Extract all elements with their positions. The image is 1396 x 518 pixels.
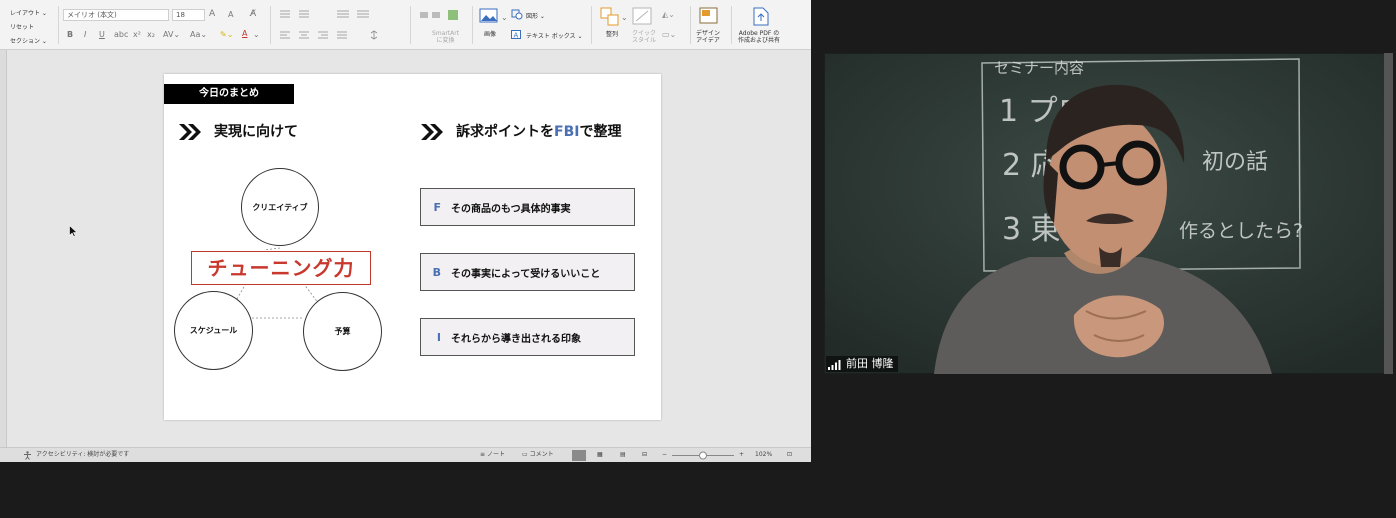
smartart-icon: [420, 10, 458, 20]
zoom-level[interactable]: 102%: [755, 448, 772, 462]
quick-styles-label: クイック スタイル: [632, 30, 657, 44]
decrease-font-icon[interactable]: A: [228, 11, 233, 19]
design-ideas-icon[interactable]: [699, 7, 719, 27]
svg-text:A: A: [514, 32, 519, 40]
zoom-in-button[interactable]: +: [739, 448, 744, 462]
subscript-icon[interactable]: x₂: [147, 31, 155, 39]
reading-view-icon[interactable]: ▤: [620, 448, 626, 462]
layout-menu[interactable]: レイアウト ⌄: [10, 8, 47, 17]
textbox-icon[interactable]: A: [511, 30, 522, 40]
picture-icon[interactable]: [479, 8, 499, 24]
circle-creative: クリエイティブ: [241, 168, 319, 246]
tuning-label: チューニング力: [191, 251, 371, 285]
shape-fill-icon[interactable]: ◭⌄: [662, 11, 675, 19]
status-bar: アクセシビリティ: 検討が必要です ≡ ノート ▭ コメント ▦ ▤ ⊟ − +…: [0, 447, 811, 462]
ribbon-toolbar: レイアウト ⌄ リセット セクション ⌄ メイリオ (本文) 18 A A A̸…: [0, 0, 811, 50]
board-line-3-tail: 作るとしたら?: [1179, 220, 1303, 242]
arrange-icon[interactable]: [600, 7, 622, 27]
fbi-box-b: B その事実によって受けるいいこと: [420, 253, 635, 291]
comments-button[interactable]: ▭ コメント: [522, 448, 554, 462]
arrange-label: 整列: [606, 31, 619, 38]
strikethrough-icon[interactable]: abc: [114, 31, 128, 39]
picture-label: 画像: [484, 31, 497, 38]
slide-section-tag: 今日のまとめ: [164, 84, 294, 104]
participant-name-tag: 前田 博隆: [826, 356, 898, 372]
board-line-2-tail: 初の話: [1202, 150, 1268, 175]
design-ideas-label: デザイン アイデア: [696, 30, 721, 44]
circle-budget: 予算: [303, 292, 382, 371]
adobe-pdf-icon[interactable]: [752, 7, 770, 27]
left-heading: 実現に向けて: [214, 124, 298, 140]
accessibility-status[interactable]: アクセシビリティ: 検討が必要です: [36, 448, 129, 462]
italic-icon[interactable]: I: [84, 31, 86, 39]
shared-screen-powerpoint: レイアウト ⌄ リセット セクション ⌄ メイリオ (本文) 18 A A A̸…: [0, 0, 811, 462]
normal-view-button[interactable]: [572, 450, 586, 461]
superscript-icon[interactable]: x²: [133, 31, 141, 39]
accessibility-icon[interactable]: [23, 451, 32, 460]
circle-schedule: スケジュール: [174, 291, 253, 370]
underline-icon[interactable]: U: [99, 31, 105, 39]
character-spacing-icon[interactable]: AV⌄: [163, 31, 180, 39]
shapes-icon[interactable]: [511, 9, 523, 20]
quick-styles-icon[interactable]: [632, 7, 654, 27]
increase-font-icon[interactable]: A: [209, 10, 215, 19]
participant-video[interactable]: セミナー内容 1 プロ 2 応 初の話 3 東 作るとしたら? 前田 博隆: [824, 53, 1393, 374]
board-title: セミナー内容: [994, 59, 1084, 77]
chevron-right-icon: [179, 124, 201, 140]
notes-button[interactable]: ≡ ノート: [480, 448, 505, 462]
section-menu[interactable]: セクション ⌄: [10, 36, 47, 45]
shapes-button[interactable]: 図形 ⌄: [526, 11, 545, 20]
slide-sorter-icon[interactable]: ▦: [597, 448, 603, 462]
shape-outline-icon[interactable]: ▭⌄: [662, 31, 676, 39]
zoom-out-button[interactable]: −: [662, 448, 667, 462]
participant-name: 前田 博隆: [846, 357, 894, 370]
paragraph-tools-icons[interactable]: [277, 10, 397, 44]
fbi-accent: FBI: [554, 124, 580, 140]
slide-thumbnail-pane[interactable]: [0, 50, 7, 447]
highlight-icon[interactable]: ✎⌄: [220, 31, 233, 39]
fbi-box-f: F その商品のもつ具体的事実: [420, 188, 635, 226]
textbox-button[interactable]: テキスト ボックス ⌄: [526, 31, 583, 40]
bold-icon[interactable]: B: [67, 31, 73, 39]
font-size-select[interactable]: 18: [172, 9, 205, 21]
font-name-select[interactable]: メイリオ (本文): [63, 9, 169, 21]
mouse-cursor-icon: [69, 225, 77, 237]
change-case-icon[interactable]: Aa⌄: [190, 31, 207, 39]
font-color-dropdown-icon[interactable]: ⌄: [253, 31, 260, 39]
fbi-box-i: I それらから導き出される印象: [420, 318, 635, 356]
slideshow-icon[interactable]: ⊟: [642, 448, 647, 462]
clear-format-icon[interactable]: A̸: [250, 10, 256, 19]
fit-to-window-icon[interactable]: ⊡: [787, 448, 792, 462]
right-heading: 訴求ポイントをFBIで整理: [456, 124, 622, 140]
picture-dropdown-icon[interactable]: ⌄: [501, 14, 508, 22]
adobe-pdf-label: Adobe PDF の作成および共有: [738, 30, 781, 44]
reset-button[interactable]: リセット: [10, 22, 34, 31]
video-frame: セミナー内容 1 プロ 2 応 初の話 3 東 作るとしたら?: [824, 53, 1393, 374]
chevron-right-icon: [421, 124, 443, 140]
arrange-dropdown-icon[interactable]: ⌄: [621, 14, 628, 22]
zoom-slider[interactable]: [672, 451, 734, 460]
font-color-icon[interactable]: A: [242, 30, 247, 38]
signal-strength-icon: [828, 359, 841, 370]
smartart-label: SmartArt に変換: [432, 30, 460, 44]
slide-canvas[interactable]: 今日のまとめ 実現に向けて 訴求ポイントをFBIで整理 クリエイティブ スケジュ…: [164, 74, 661, 420]
meeting-window: レイアウト ⌄ リセット セクション ⌄ メイリオ (本文) 18 A A A̸…: [0, 0, 1396, 518]
